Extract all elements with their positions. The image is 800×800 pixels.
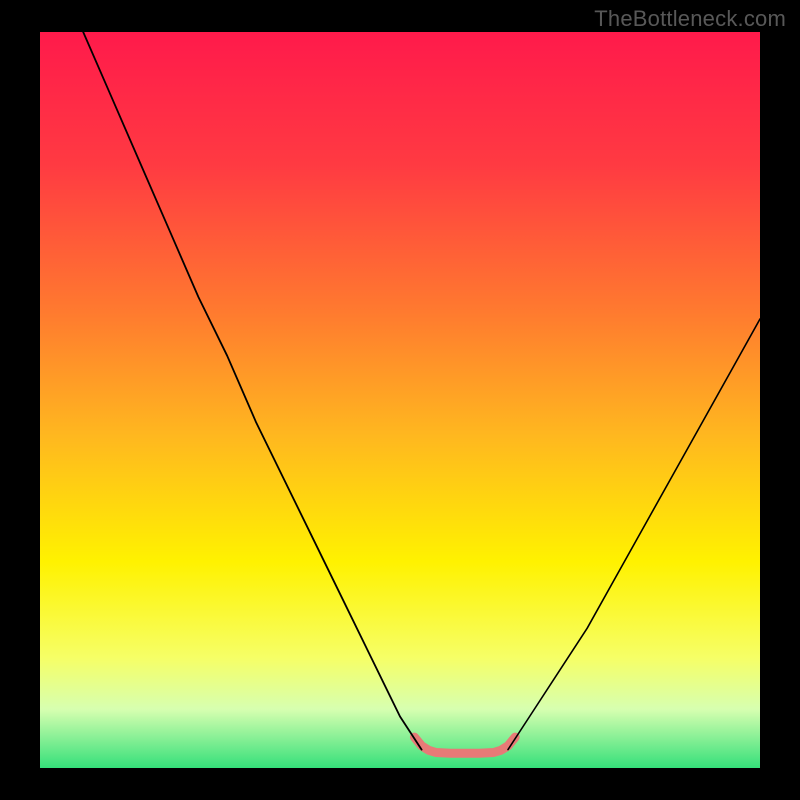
site-watermark: TheBottleneck.com	[594, 6, 786, 32]
chart-stage: TheBottleneck.com	[0, 0, 800, 800]
bottleneck-curve-plot	[40, 32, 760, 768]
plot-svg	[40, 32, 760, 768]
gradient-background	[40, 32, 760, 768]
